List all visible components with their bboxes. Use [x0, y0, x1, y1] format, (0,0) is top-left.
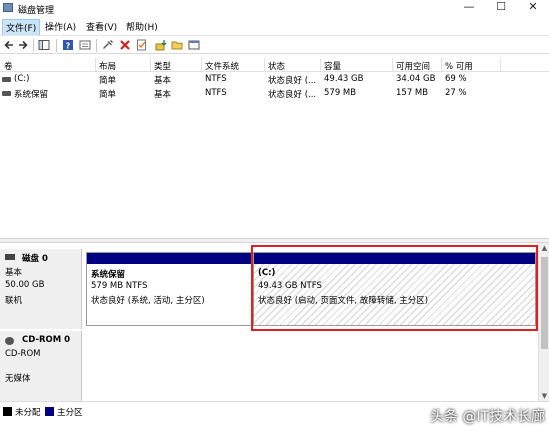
- column-header-free-space[interactable]: 可用空间: [396, 60, 430, 72]
- volume-list-header: 卷 布局 类型 文件系统 状态 容量 可用空间 % 可用: [0, 58, 549, 72]
- legend-primary: 主分区: [57, 408, 83, 418]
- delete-icon[interactable]: [119, 39, 131, 51]
- menu-bar: 文件(F) 操作(A) 查看(V) 帮助(H): [0, 17, 549, 36]
- volume-type: 基本: [154, 76, 172, 86]
- properties-icon[interactable]: [79, 39, 91, 51]
- toolbar-separator: [56, 39, 57, 52]
- disk-icon: [5, 254, 15, 260]
- partition-status: 状态良好 (系统, 活动, 主分区): [91, 296, 205, 306]
- volume-type: 基本: [154, 90, 172, 100]
- window-icon[interactable]: [188, 39, 200, 51]
- forward-arrow-icon[interactable]: [17, 39, 29, 51]
- svg-text:?: ?: [66, 41, 71, 50]
- volume-name: 系统保留: [14, 90, 49, 100]
- disk-name: 磁盘 0: [22, 254, 48, 264]
- column-divider[interactable]: [95, 58, 96, 72]
- volume-filesystem: NTFS: [205, 88, 227, 98]
- partition-size: 579 MB NTFS: [91, 281, 148, 291]
- volume-layout: 简单: [99, 90, 117, 100]
- console-tree-icon[interactable]: [38, 39, 50, 51]
- menu-file[interactable]: 文件(F): [2, 19, 41, 36]
- volume-layout: 简单: [99, 76, 117, 86]
- volume-icon: [2, 77, 11, 82]
- toolbar-separator: [96, 39, 97, 52]
- window-title: 磁盘管理: [18, 6, 55, 16]
- volume-percent-free: 27 %: [445, 88, 467, 98]
- volume-free-space: 34.04 GB: [396, 74, 436, 84]
- scroll-down-arrow-icon[interactable]: ▼: [539, 391, 549, 401]
- watermark: 头条 @IT技术长廊: [430, 409, 546, 425]
- open-folder-icon[interactable]: [171, 39, 183, 51]
- import-icon[interactable]: [155, 39, 167, 51]
- minimize-button[interactable]: —: [454, 0, 484, 16]
- volume-status: 状态良好 (...: [268, 76, 317, 86]
- column-header-volume[interactable]: 卷: [4, 60, 13, 72]
- volume-status: 状态良好 (...: [268, 90, 317, 100]
- title-bar: 磁盘管理 — ☐ ✕: [0, 0, 549, 16]
- volume-filesystem: NTFS: [205, 74, 227, 84]
- volume-name: (C:): [14, 74, 30, 84]
- menu-action[interactable]: 操作(A): [42, 19, 79, 34]
- maximize-button[interactable]: ☐: [486, 0, 516, 16]
- partition-color-bar: [87, 253, 251, 264]
- menu-help[interactable]: 帮助(H): [123, 19, 161, 34]
- checklist-icon[interactable]: [136, 39, 148, 51]
- volume-free-space: 157 MB: [396, 88, 429, 98]
- volume-row[interactable]: (C:) 简单 基本 NTFS 状态良好 (... 49.43 GB 34.04…: [0, 73, 549, 86]
- column-header-layout[interactable]: 布局: [99, 60, 116, 72]
- volume-percent-free: 69 %: [445, 74, 467, 84]
- column-divider[interactable]: [201, 58, 202, 72]
- disk-type: 基本: [5, 268, 23, 278]
- graph-pane-scrollbar[interactable]: ▲ ▼: [538, 243, 549, 401]
- highlight-box: [251, 245, 538, 331]
- volume-row[interactable]: 系统保留 简单 基本 NTFS 状态良好 (... 579 MB 157 MB …: [0, 87, 549, 100]
- back-arrow-icon[interactable]: [3, 39, 15, 51]
- toolbar-separator: [33, 39, 34, 52]
- primary-partition-swatch: [45, 407, 54, 416]
- scroll-thumb[interactable]: [541, 257, 548, 349]
- disk-name: CD-ROM 0: [22, 335, 71, 345]
- column-divider[interactable]: [500, 58, 501, 72]
- column-divider[interactable]: [150, 58, 151, 72]
- column-header-percent-free[interactable]: % 可用: [445, 60, 473, 72]
- column-header-capacity[interactable]: 容量: [324, 60, 341, 72]
- legend-unallocated: 未分配: [15, 408, 41, 418]
- scroll-up-arrow-icon[interactable]: ▲: [539, 243, 549, 253]
- column-divider[interactable]: [320, 58, 321, 72]
- column-divider[interactable]: [441, 58, 442, 72]
- disk-management-icon: [3, 3, 13, 12]
- column-divider[interactable]: [392, 58, 393, 72]
- toolbar: ?: [0, 35, 549, 54]
- column-header-filesystem[interactable]: 文件系统: [205, 60, 239, 72]
- column-divider[interactable]: [264, 58, 265, 72]
- cdrom-icon: [5, 337, 14, 345]
- volume-icon: [2, 91, 11, 96]
- disk-media: 无媒体: [5, 374, 31, 384]
- disk-type: CD-ROM: [5, 349, 41, 359]
- partition-system-reserved[interactable]: 系统保留 579 MB NTFS 状态良好 (系统, 活动, 主分区): [86, 252, 252, 326]
- volume-capacity: 49.43 GB: [324, 74, 364, 84]
- column-header-type[interactable]: 类型: [154, 60, 171, 72]
- partition-title: 系统保留: [91, 270, 126, 280]
- disk-size: 50.00 GB: [5, 280, 45, 290]
- volume-capacity: 579 MB: [324, 88, 357, 98]
- help-icon[interactable]: ?: [62, 39, 74, 51]
- disk-status: 联机: [5, 296, 23, 306]
- unallocated-swatch: [3, 407, 12, 416]
- disk-0-label[interactable]: 磁盘 0 基本 50.00 GB 联机: [0, 249, 82, 329]
- close-button[interactable]: ✕: [518, 0, 548, 16]
- menu-view[interactable]: 查看(V): [83, 19, 120, 34]
- column-header-status[interactable]: 状态: [268, 60, 285, 72]
- cdrom-0-label[interactable]: CD-ROM 0 CD-ROM 无媒体: [0, 331, 82, 401]
- connect-icon[interactable]: [102, 39, 114, 51]
